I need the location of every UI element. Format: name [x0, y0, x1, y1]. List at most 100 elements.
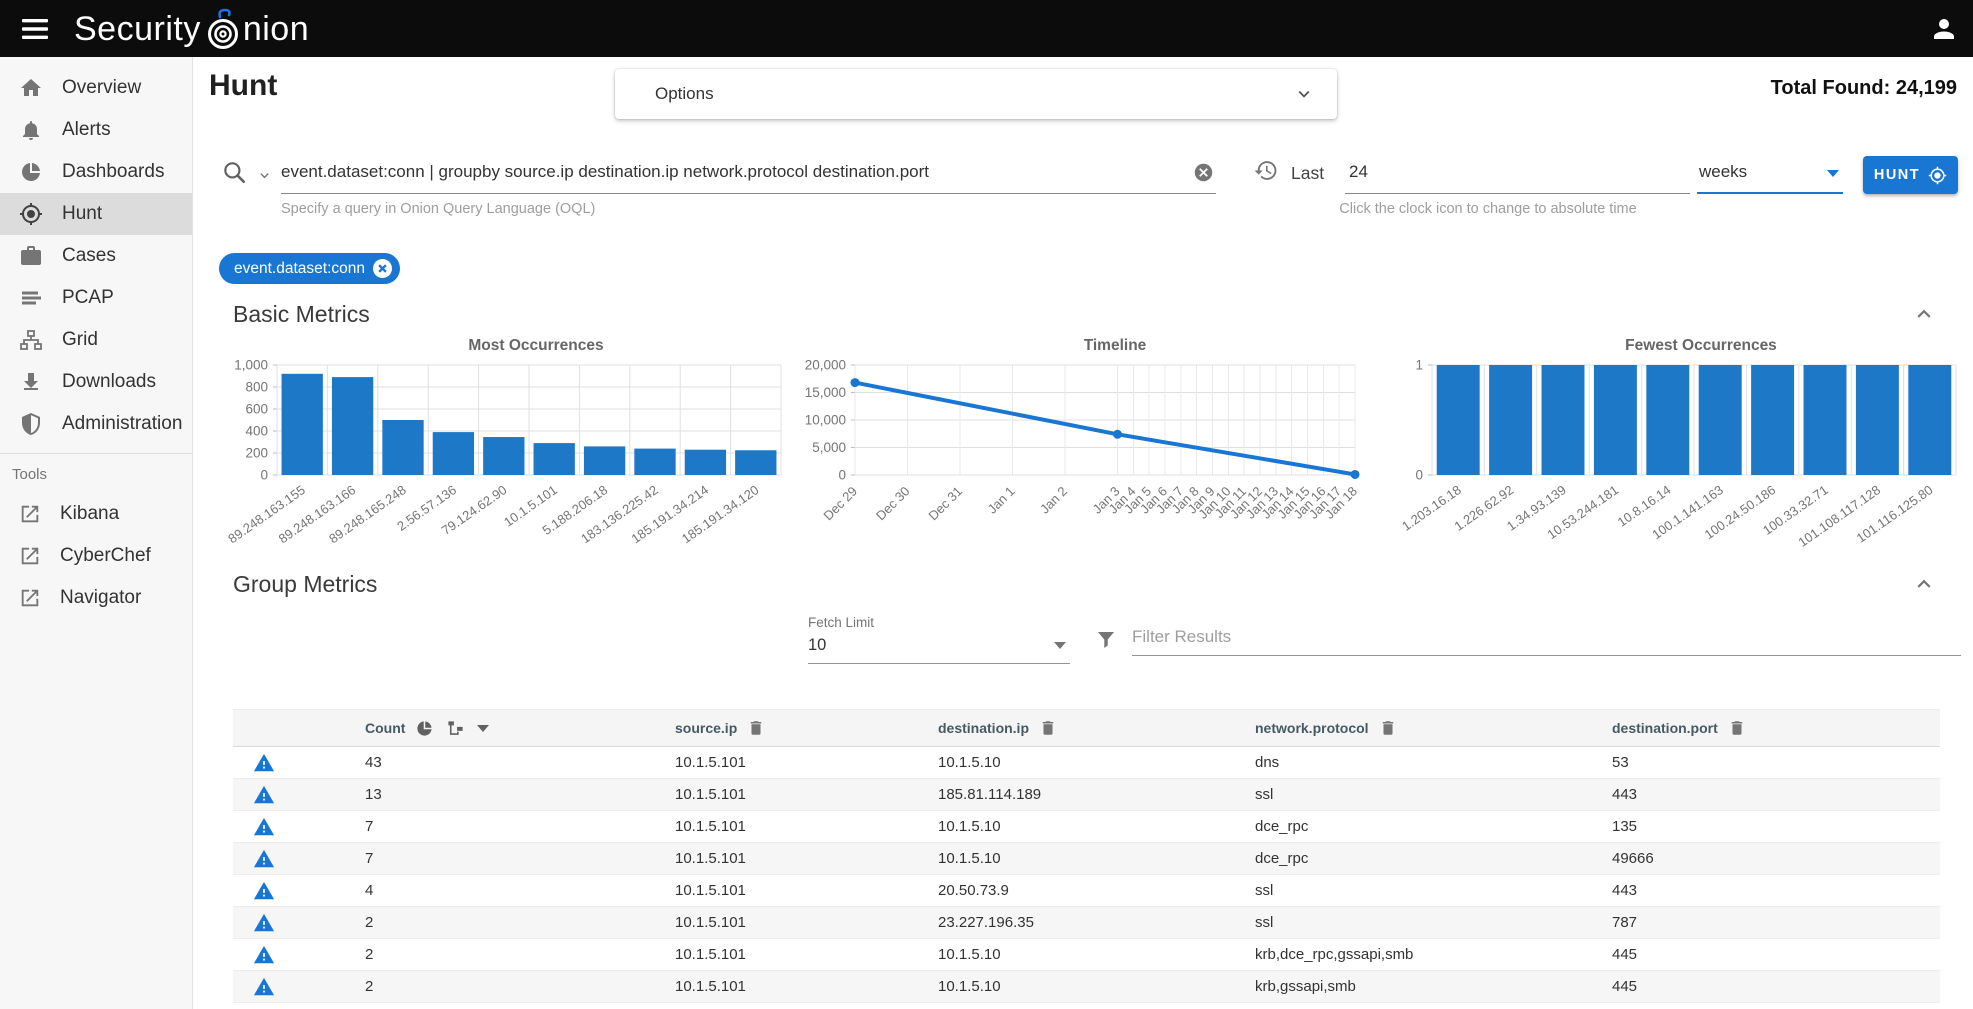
clear-query-icon[interactable] — [1193, 162, 1214, 188]
filter-results-input[interactable]: Filter Results — [1132, 627, 1961, 656]
most-occurrences-plot: 02004006008001,00089.248.163.15589.248.1… — [230, 361, 795, 561]
unit-select[interactable]: weeks — [1697, 154, 1843, 194]
onion-icon — [204, 8, 242, 52]
sidebar-item-hunt[interactable]: Hunt — [0, 193, 192, 235]
sidebar-item-label: Hunt — [62, 203, 102, 225]
query-hint: Specify a query in Onion Query Language … — [281, 201, 595, 217]
options-label: Options — [655, 84, 714, 104]
sidebar-item-label: Overview — [62, 77, 141, 99]
warning-icon[interactable] — [253, 944, 275, 966]
warning-icon[interactable] — [253, 752, 275, 774]
source-ip-cell: 10.1.5.101 — [658, 914, 921, 931]
count-cell: 43 — [348, 754, 658, 771]
svg-text:600: 600 — [245, 402, 268, 417]
hamburger-menu-icon[interactable] — [22, 14, 52, 44]
most-occurrences-chart: Most Occurrences 02004006008001,00089.24… — [230, 337, 795, 561]
table-row[interactable]: 43 10.1.5.101 10.1.5.10 dns 53 — [233, 747, 1940, 779]
sidebar-item-label: Downloads — [62, 371, 156, 393]
table-row[interactable]: 2 10.1.5.101 10.1.5.10 krb,gssapi,smb 44… — [233, 971, 1940, 1003]
table-header-row: Count source.ip destination.ip ne — [233, 709, 1940, 747]
duration-input[interactable]: 24 — [1345, 154, 1690, 194]
destination-port-cell: 443 — [1595, 786, 1940, 803]
search-icon[interactable] — [221, 159, 247, 190]
fetch-limit-select[interactable]: Fetch Limit 10 — [808, 615, 1070, 664]
count-cell: 4 — [348, 882, 658, 899]
unit-value: weeks — [1699, 162, 1747, 182]
warning-icon[interactable] — [253, 816, 275, 838]
table-row[interactable]: 2 10.1.5.101 23.227.196.35 ssl 787 — [233, 907, 1940, 939]
fetch-limit-value: 10 — [808, 636, 826, 654]
external-link-icon — [19, 545, 41, 567]
chip-close-icon[interactable] — [373, 259, 392, 278]
sidebar-item-label: Navigator — [60, 587, 141, 609]
warning-icon[interactable] — [253, 976, 275, 998]
warning-icon[interactable] — [253, 912, 275, 934]
sidebar-item-downloads[interactable]: Downloads — [0, 361, 192, 403]
column-header-destination-port: destination.port — [1612, 720, 1718, 736]
query-history-chevron-icon[interactable] — [256, 167, 273, 189]
options-panel[interactable]: Options — [615, 69, 1337, 119]
network-protocol-cell: ssl — [1238, 882, 1595, 899]
count-cell: 7 — [348, 850, 658, 867]
count-cell: 13 — [348, 786, 658, 803]
table-row[interactable]: 7 10.1.5.101 10.1.5.10 dce_rpc 49666 — [233, 843, 1940, 875]
trash-icon[interactable] — [1039, 719, 1057, 737]
warning-icon[interactable] — [253, 784, 275, 806]
home-icon — [19, 76, 43, 100]
table-row[interactable]: 4 10.1.5.101 20.50.73.9 ssl 443 — [233, 875, 1940, 907]
sidebar-nav: Overview Alerts Dashboards Hunt Cases PC… — [0, 57, 193, 1009]
sidebar-item-dashboards[interactable]: Dashboards — [0, 151, 192, 193]
chevron-down-icon — [1293, 83, 1315, 110]
account-icon[interactable] — [1929, 14, 1959, 44]
sidebar-item-administration[interactable]: Administration — [0, 403, 192, 445]
warning-icon[interactable] — [253, 880, 275, 902]
filter-chip[interactable]: event.dataset:conn — [219, 253, 400, 284]
groupby-tree-icon[interactable] — [446, 719, 465, 738]
app-window: Security nion Overview Alerts Dashboards — [0, 0, 1973, 1009]
table-row[interactable]: 13 10.1.5.101 185.81.114.189 ssl 443 — [233, 779, 1940, 811]
sidebar-item-kibana[interactable]: Kibana — [0, 493, 192, 535]
sidebar-item-navigator[interactable]: Navigator — [0, 577, 192, 619]
svg-text:0: 0 — [838, 468, 846, 483]
table-row[interactable]: 7 10.1.5.101 10.1.5.10 dce_rpc 135 — [233, 811, 1940, 843]
pie-chart-toggle-icon[interactable] — [415, 719, 434, 738]
network-protocol-cell: dce_rpc — [1238, 850, 1595, 867]
chart-title: Fewest Occurrences — [1395, 337, 1970, 355]
last-label: Last — [1291, 163, 1324, 184]
table-row[interactable]: 2 10.1.5.101 10.1.5.10 krb,dce_rpc,gssap… — [233, 939, 1940, 971]
column-menu-arrow-icon[interactable] — [477, 725, 489, 732]
timeline-chart: Timeline 05,00010,00015,00020,000Dec 29D… — [775, 337, 1375, 561]
history-clock-icon[interactable] — [1253, 158, 1278, 188]
sidebar-item-label: Cases — [62, 245, 116, 267]
network-protocol-cell: ssl — [1238, 914, 1595, 931]
sidebar-item-overview[interactable]: Overview — [0, 67, 192, 109]
svg-text:1,000: 1,000 — [234, 358, 268, 373]
svg-text:15,000: 15,000 — [805, 385, 846, 400]
group-table-body: 43 10.1.5.101 10.1.5.10 dns 53 13 10.1.5… — [233, 747, 1940, 1003]
warning-icon[interactable] — [253, 848, 275, 870]
external-link-icon — [19, 587, 41, 609]
trash-icon[interactable] — [1728, 719, 1746, 737]
total-found-label: Total Found: — [1771, 77, 1891, 99]
sidebar-item-alerts[interactable]: Alerts — [0, 109, 192, 151]
group-metrics-table: Count source.ip destination.ip ne — [233, 709, 1940, 1003]
query-input[interactable]: event.dataset:conn | groupby source.ip d… — [281, 154, 1216, 194]
sidebar-item-label: Administration — [62, 413, 182, 435]
time-hint: Click the clock icon to change to absolu… — [1268, 201, 1708, 217]
network-protocol-cell: krb,dce_rpc,gssapi,smb — [1238, 946, 1595, 963]
trash-icon[interactable] — [747, 719, 765, 737]
hunt-button[interactable]: HUNT — [1863, 156, 1958, 194]
sidebar-item-cases[interactable]: Cases — [0, 235, 192, 277]
sidebar-item-cyberchef[interactable]: CyberChef — [0, 535, 192, 577]
svg-text:200: 200 — [245, 446, 268, 461]
network-protocol-cell: dce_rpc — [1238, 818, 1595, 835]
group-metrics-title: Group Metrics — [233, 571, 377, 598]
sidebar-item-pcap[interactable]: PCAP — [0, 277, 192, 319]
basic-metrics-collapse-icon[interactable] — [1911, 301, 1937, 327]
group-metrics-collapse-icon[interactable] — [1911, 571, 1937, 597]
count-cell: 2 — [348, 978, 658, 995]
hunt-button-label: HUNT — [1874, 167, 1920, 183]
trash-icon[interactable] — [1379, 719, 1397, 737]
fewest-occurrences-plot: 011.203.16.181.226.62.921.34.93.13910.53… — [1395, 361, 1970, 561]
sidebar-item-grid[interactable]: Grid — [0, 319, 192, 361]
